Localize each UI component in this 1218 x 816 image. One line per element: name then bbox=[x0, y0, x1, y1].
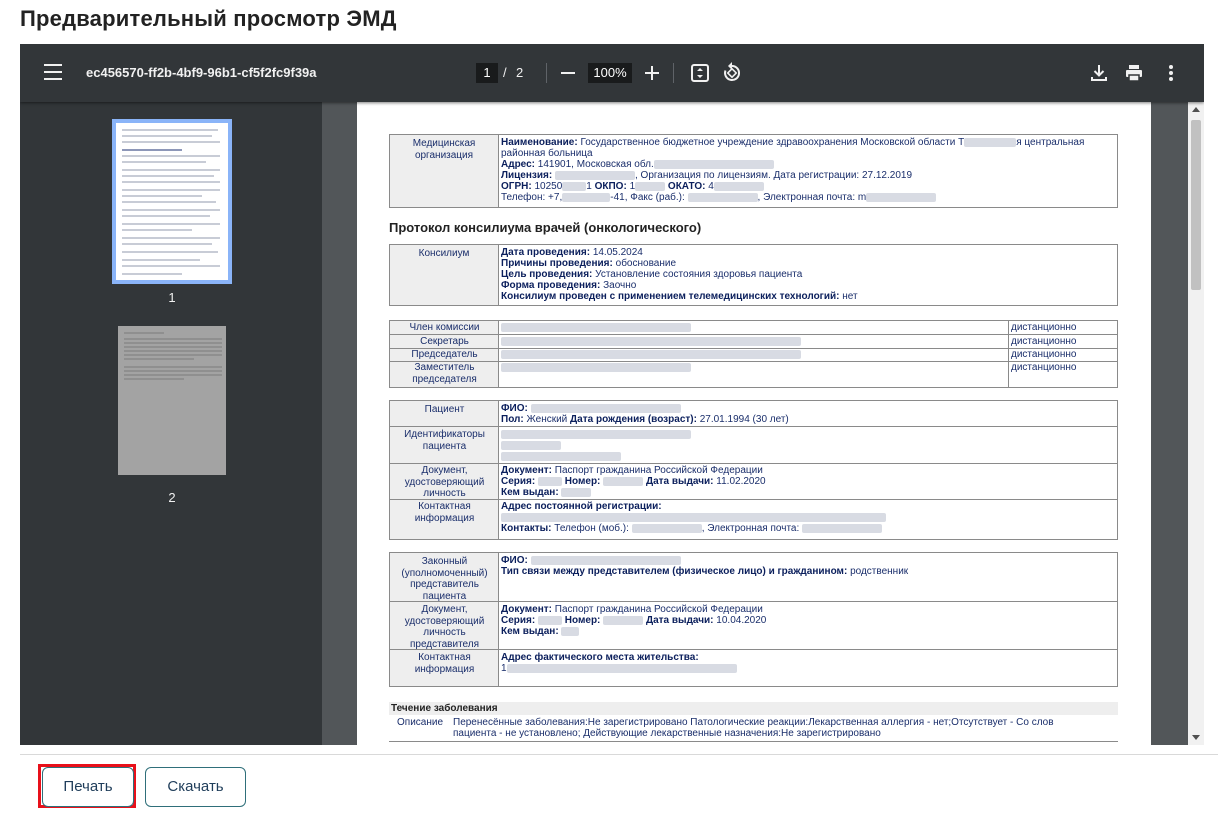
thumbnail-sidebar: 1 2 bbox=[20, 102, 322, 745]
representative-addr: Адрес фактического места жительства: bbox=[501, 652, 699, 663]
dialog-title: Предварительный просмотр ЭМД bbox=[20, 6, 397, 31]
consilium-table: Консилиум Дата проведения: 14.05.2024 Пр… bbox=[389, 244, 1118, 306]
representative-contact-label: Контактная информация bbox=[414, 652, 475, 675]
disease-desc-line1: Перенесённые заболевания:Не зарегистриро… bbox=[453, 717, 1054, 728]
page-total: 2 bbox=[516, 65, 524, 80]
commission-mode-2: дистанционно bbox=[1011, 349, 1077, 360]
patient-doc-issuer: Кем выдан: bbox=[501, 487, 592, 499]
more-icon[interactable] bbox=[1159, 61, 1183, 85]
print-button[interactable]: Печать bbox=[42, 767, 134, 807]
thumbnail-label-2: 2 bbox=[168, 490, 176, 505]
commission-mode-1: дистанционно bbox=[1011, 336, 1077, 347]
commission-mode-0: дистанционно bbox=[1011, 322, 1077, 333]
toolbar-divider bbox=[546, 63, 547, 83]
org-label: Медицинская организация bbox=[390, 135, 499, 207]
page-thumbnail-1[interactable] bbox=[112, 119, 232, 284]
commission-name-0 bbox=[501, 322, 691, 334]
org-address: Адрес: 141901, Московская обл. bbox=[501, 159, 774, 171]
page-thumbnail-2[interactable] bbox=[114, 322, 230, 479]
scroll-up-icon[interactable] bbox=[1192, 107, 1200, 112]
patient-ids bbox=[501, 429, 691, 441]
representative-doc-label: Документ, удостоверяющий личность предст… bbox=[404, 604, 485, 650]
consilium-reason: Причины проведения: обоснование bbox=[501, 258, 677, 269]
scroll-down-icon[interactable] bbox=[1192, 735, 1200, 740]
consilium-form: Форма проведения: Заочно bbox=[501, 280, 637, 291]
commission-name-2 bbox=[501, 349, 801, 361]
representative-doc-issuer: Кем выдан: bbox=[501, 626, 580, 638]
representative-doc: Документ: Паспорт гражданина Российской … bbox=[501, 604, 763, 615]
patient-ids-2 bbox=[501, 440, 561, 452]
commission-name-3 bbox=[501, 362, 691, 374]
org-contacts: Телефон: +7, -41, Факс (раб.): , Электрон… bbox=[501, 192, 937, 204]
representative-addr-val: 1 bbox=[501, 663, 737, 675]
patient-ids-label: Идентификаторы пациента bbox=[404, 429, 485, 452]
scroll-thumb[interactable] bbox=[1191, 120, 1201, 290]
rotate-icon[interactable] bbox=[720, 61, 744, 85]
commission-mode-3: дистанционно bbox=[1011, 362, 1077, 373]
commission-role-1: Секретарь bbox=[420, 336, 469, 347]
representative-label: Законный (уполномоченный) представитель … bbox=[401, 556, 488, 602]
toolbar-divider bbox=[673, 63, 674, 83]
consilium-date: Дата проведения: 14.05.2024 bbox=[501, 247, 643, 258]
zoom-out-icon[interactable] bbox=[556, 61, 580, 85]
representative-doc-series: Серия: Номер: Дата выдачи: 10.04.2020 bbox=[501, 615, 767, 626]
org-name: Наименование: Государственное бюджетное … bbox=[501, 137, 1085, 148]
patient-sex-dob: Пол: Женский Дата рождения (возраст): 27… bbox=[501, 414, 789, 425]
footer-divider bbox=[20, 754, 1218, 755]
consilium-telemed: Консилиум проведен с применением телемед… bbox=[501, 291, 858, 302]
file-name: ec456570-ff2b-4bf9-96b1-cf5f2fc9f39a bbox=[86, 65, 317, 80]
zoom-level-input[interactable]: 100% bbox=[588, 63, 632, 83]
page-area[interactable]: Медицинская организация Наименование: Го… bbox=[322, 102, 1204, 745]
download-icon[interactable] bbox=[1087, 61, 1111, 85]
commission-table: Член комиссии Секретарь Председатель Зам… bbox=[389, 320, 1118, 388]
org-license: Лицензия: , Организация по лицензиям. Да… bbox=[501, 170, 913, 181]
commission-role-0: Член комиссии bbox=[409, 322, 480, 333]
patient-doc-series: Серия: Номер: Дата выдачи: 11.02.2020 bbox=[501, 476, 766, 487]
commission-name-1 bbox=[501, 336, 801, 348]
disease-divider bbox=[389, 741, 1118, 742]
disease-desc-label: Описание bbox=[397, 717, 444, 728]
document-page: Медицинская организация Наименование: Го… bbox=[357, 102, 1151, 745]
zoom-in-icon[interactable] bbox=[640, 61, 664, 85]
disease-desc-line2: пациента - не установлено; Действующие л… bbox=[453, 728, 881, 739]
print-icon[interactable] bbox=[1122, 61, 1146, 85]
patient-ids-3 bbox=[501, 451, 621, 463]
menu-icon[interactable] bbox=[44, 64, 62, 80]
protocol-title: Протокол консилиума врачей (онкологическ… bbox=[389, 220, 702, 235]
patient-label: Пациент bbox=[424, 404, 465, 415]
page-scrollbar[interactable] bbox=[1188, 102, 1204, 745]
viewer-toolbar: ec456570-ff2b-4bf9-96b1-cf5f2fc9f39a 1 /… bbox=[20, 44, 1204, 102]
commission-role-3: Заместитель председателя bbox=[412, 362, 477, 385]
fit-page-icon[interactable] bbox=[688, 61, 712, 85]
pdf-viewer: ec456570-ff2b-4bf9-96b1-cf5f2fc9f39a 1 /… bbox=[20, 44, 1204, 745]
patient-reg-address: Адрес постоянной регистрации: bbox=[501, 501, 662, 512]
disease-header-bar bbox=[389, 702, 1118, 715]
thumbnail-label-1: 1 bbox=[168, 290, 176, 305]
patient-contacts: Контакты: Телефон (моб.): , Электронная … bbox=[501, 523, 883, 535]
patient-fio: ФИО: bbox=[501, 403, 681, 415]
patient-reg-address-val bbox=[501, 512, 886, 524]
commission-role-2: Председатель bbox=[411, 349, 478, 360]
representative-fio: ФИО: bbox=[501, 555, 681, 567]
consilium-label: Консилиум bbox=[390, 245, 499, 305]
org-name-cont: районная больница bbox=[501, 148, 593, 159]
org-codes: ОГРН: 10250 1 ОКПО: 1 ОКАТО: 4 bbox=[501, 181, 764, 193]
patient-contact-label: Контактная информация bbox=[414, 501, 475, 524]
disease-header: Течение заболевания bbox=[391, 703, 498, 714]
representative-relation: Тип связи между представителем (физическ… bbox=[501, 566, 909, 577]
patient-doc: Документ: Паспорт гражданина Российской … bbox=[501, 465, 763, 476]
org-table: Медицинская организация Наименование: Го… bbox=[389, 134, 1118, 208]
patient-doc-label: Документ, удостоверяющий личность bbox=[404, 465, 485, 499]
representative-table: Законный (уполномоченный) представитель … bbox=[389, 552, 1118, 687]
page-separator: / bbox=[503, 65, 507, 80]
patient-table: Пациент ФИО: Пол: Женский Дата рождения … bbox=[389, 400, 1118, 540]
consilium-goal: Цель проведения: Установление состояния … bbox=[501, 269, 803, 280]
download-button[interactable]: Скачать bbox=[145, 767, 246, 807]
page-number-input[interactable]: 1 bbox=[476, 63, 498, 83]
